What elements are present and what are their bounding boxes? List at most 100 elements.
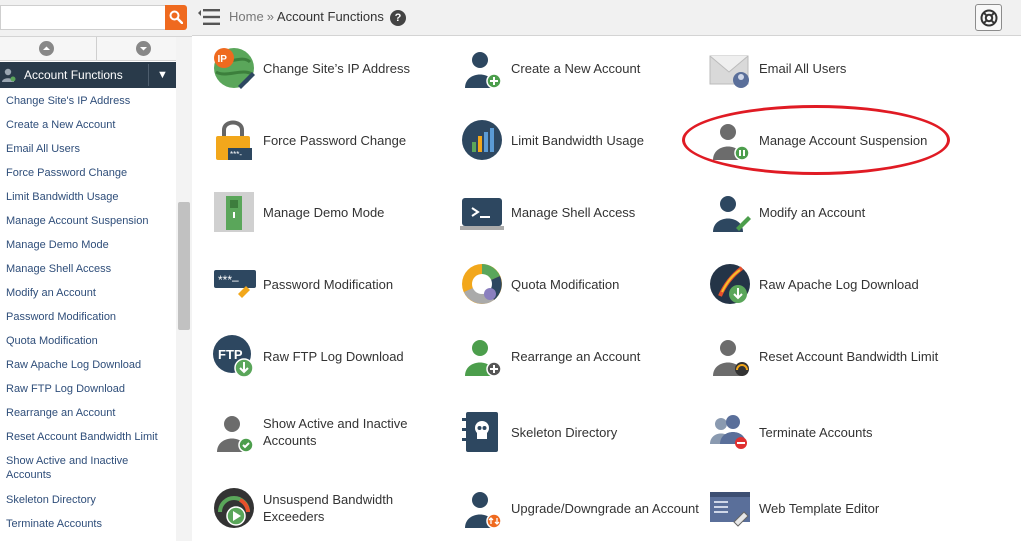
sidebar-item[interactable]: Manage Demo Mode (0, 238, 170, 252)
sidebar-item[interactable]: Password Modification (0, 310, 170, 324)
function-tile-label[interactable]: Reset Account Bandwidth Limit (759, 331, 938, 381)
function-tile[interactable]: Unsuspend Bandwidth Exceeders (212, 483, 452, 533)
function-tile[interactable]: Create a New Account (460, 43, 700, 93)
modify-account-icon[interactable] (708, 190, 752, 234)
sidebar-item[interactable]: Email All Users (0, 142, 170, 156)
category-toggle-icon[interactable]: ▼ (148, 64, 176, 86)
svg-text:***–: ***– (218, 273, 239, 287)
function-tile[interactable]: Raw Apache Log Download (708, 259, 1008, 309)
function-tile[interactable]: Reset Account Bandwidth Limit (708, 331, 1008, 381)
shell-terminal-icon[interactable] (460, 190, 504, 234)
sidebar-item[interactable]: Limit Bandwidth Usage (0, 190, 170, 204)
sidebar-item[interactable]: Change Site's IP Address (0, 94, 170, 108)
sidebar-item[interactable]: Raw FTP Log Download (0, 382, 170, 396)
function-tile-label[interactable]: Manage Account Suspension (759, 115, 927, 165)
function-tile[interactable]: Quota Modification (460, 259, 700, 309)
function-tile[interactable]: Rearrange an Account (460, 331, 700, 381)
ftp-log-icon[interactable]: FTP (212, 334, 256, 378)
sidebar-category-account-functions[interactable]: Account Functions ▼ (0, 62, 176, 88)
sidebar-item[interactable]: Manage Account Suspension (0, 214, 170, 228)
search-button[interactable] (165, 5, 187, 30)
collapse-all-button[interactable] (0, 37, 95, 60)
sidebar-item[interactable]: Modify an Account (0, 286, 170, 300)
sidebar-item[interactable]: Terminate Accounts (0, 517, 170, 531)
function-tile[interactable]: ***- Force Password Change (212, 115, 452, 165)
function-tile-label[interactable]: Terminate Accounts (759, 407, 872, 457)
sidebar-item[interactable]: Raw Apache Log Download (0, 358, 170, 372)
email-users-icon[interactable] (708, 46, 752, 90)
function-tile-label[interactable]: Manage Shell Access (511, 187, 635, 237)
sidebar-category-label: Account Functions (24, 68, 123, 82)
rearrange-account-icon[interactable] (460, 334, 504, 378)
function-tile-label[interactable]: Force Password Change (263, 115, 406, 165)
sidebar-item[interactable]: Show Active and Inactive Accounts (0, 454, 170, 482)
web-template-icon[interactable] (708, 486, 752, 530)
sidebar-item[interactable]: Skeleton Directory (0, 493, 170, 507)
breadcrumb-home-link[interactable]: Home (229, 9, 264, 24)
search-input[interactable] (0, 5, 165, 30)
function-tile-label[interactable]: Raw FTP Log Download (263, 331, 404, 381)
sidebar-item[interactable]: Force Password Change (0, 166, 170, 180)
account-suspension-icon[interactable] (708, 118, 752, 162)
upgrade-account-icon[interactable] (460, 486, 504, 530)
help-icon[interactable]: ? (390, 10, 406, 26)
function-tile-label[interactable]: Change Site’s IP Address (263, 43, 410, 93)
function-tile[interactable]: Skeleton Directory (460, 407, 700, 457)
demo-mode-icon[interactable] (212, 190, 256, 234)
nav-toggle-icon[interactable] (198, 8, 220, 26)
function-tile[interactable]: Modify an Account (708, 187, 1008, 237)
password-modify-icon[interactable]: ***– (212, 262, 256, 306)
active-accounts-icon[interactable] (212, 410, 256, 454)
function-tile[interactable]: Web Template Editor (708, 483, 1008, 533)
function-tile-label[interactable]: Upgrade/Downgrade an Account (511, 483, 699, 533)
function-tile-label[interactable]: Limit Bandwidth Usage (511, 115, 644, 165)
sidebar-item[interactable]: Quota Modification (0, 334, 170, 348)
function-tile[interactable]: IP Change Site’s IP Address (212, 43, 452, 93)
function-tile[interactable]: Email All Users (708, 43, 1008, 93)
function-tile[interactable]: FTP Raw FTP Log Download (212, 331, 452, 381)
quota-pie-icon[interactable] (460, 262, 504, 306)
sidebar-item[interactable]: Manage Shell Access (0, 262, 170, 276)
support-button[interactable] (975, 4, 1002, 31)
function-tile[interactable]: Terminate Accounts (708, 407, 1008, 457)
top-bar: Home» Account Functions ? (192, 0, 1021, 36)
function-tile[interactable]: Manage Shell Access (460, 187, 700, 237)
function-tile[interactable]: Manage Demo Mode (212, 187, 452, 237)
function-tile[interactable]: Show Active and Inactive Accounts (212, 407, 452, 457)
function-tile-label[interactable]: Raw Apache Log Download (759, 259, 919, 309)
function-tile[interactable]: ***– Password Modification (212, 259, 452, 309)
function-tile[interactable]: Limit Bandwidth Usage (460, 115, 700, 165)
function-tile-label[interactable]: Password Modification (263, 259, 393, 309)
unsuspend-gauge-icon[interactable] (212, 486, 256, 530)
expand-all-button[interactable] (96, 37, 176, 60)
function-tile-label[interactable]: Unsuspend Bandwidth Exceeders (263, 483, 413, 533)
function-tile-label[interactable]: Web Template Editor (759, 483, 879, 533)
function-tile-label[interactable]: Manage Demo Mode (263, 187, 384, 237)
ip-address-icon[interactable]: IP (212, 46, 256, 90)
user-icon (2, 68, 16, 82)
terminate-accounts-icon[interactable] (708, 410, 752, 454)
sidebar-item[interactable]: Create a New Account (0, 118, 170, 132)
chevron-up-icon (39, 41, 54, 56)
create-account-icon[interactable] (460, 46, 504, 90)
bandwidth-chart-icon[interactable] (460, 118, 504, 162)
function-tile[interactable]: Upgrade/Downgrade an Account (460, 483, 700, 533)
function-tile[interactable]: Manage Account Suspension (708, 115, 1008, 165)
skeleton-directory-icon[interactable] (460, 410, 504, 454)
breadcrumb: Home» Account Functions (229, 9, 384, 24)
function-tile-label[interactable]: Quota Modification (511, 259, 619, 309)
function-tile-label[interactable]: Modify an Account (759, 187, 865, 237)
svg-text:IP: IP (218, 54, 228, 65)
function-tile-label[interactable]: Create a New Account (511, 43, 640, 93)
sidebar-scrollbar-thumb[interactable] (178, 202, 190, 330)
sidebar-item[interactable]: Reset Account Bandwidth Limit (0, 430, 170, 444)
function-tile-label[interactable]: Rearrange an Account (511, 331, 640, 381)
function-tile-label[interactable]: Email All Users (759, 43, 846, 93)
reset-bandwidth-icon[interactable] (708, 334, 752, 378)
apache-log-icon[interactable] (708, 262, 752, 306)
function-tile-label[interactable]: Skeleton Directory (511, 407, 617, 457)
sidebar-item[interactable]: Rearrange an Account (0, 406, 170, 420)
page-title: Account Functions (276, 9, 384, 24)
function-tile-label[interactable]: Show Active and Inactive Accounts (263, 407, 423, 457)
padlock-icon[interactable]: ***- (212, 118, 256, 162)
